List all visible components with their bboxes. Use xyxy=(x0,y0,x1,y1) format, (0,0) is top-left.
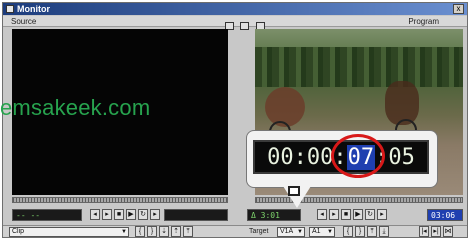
view-mode-icons xyxy=(225,17,267,30)
single-view-icon[interactable] xyxy=(240,22,250,30)
source-timecode: -- -- xyxy=(12,209,82,221)
edit-back-button[interactable]: |◂ xyxy=(419,226,429,237)
stop-button[interactable]: ■ xyxy=(341,209,351,220)
program-controls: Δ 3:01 ◂ ▸ ■ ▶ ↻ ▸ 03:06 xyxy=(247,208,465,222)
close-button[interactable]: x xyxy=(453,4,464,14)
program-label: Program xyxy=(408,17,439,26)
mark-in-button[interactable]: { xyxy=(135,226,145,237)
window-title: Monitor xyxy=(17,4,50,14)
source-controls: -- -- ◂ ▸ ■ ▶ ↻ ▸ xyxy=(12,208,228,222)
loop-button[interactable]: ↻ xyxy=(365,209,375,220)
insert-button[interactable]: ⇣ xyxy=(159,226,169,237)
step-back-button[interactable]: ◂ xyxy=(317,209,327,220)
lift-button[interactable]: ⤒ xyxy=(367,226,377,237)
play-button[interactable]: ▶ xyxy=(353,209,363,220)
chevron-down-icon: ▼ xyxy=(121,229,127,235)
mark-out-button[interactable]: } xyxy=(147,226,157,237)
step-back-button[interactable]: ◂ xyxy=(90,209,100,220)
timecode-hours: 00 xyxy=(267,144,294,170)
lift-button[interactable]: ⤒ xyxy=(183,226,193,237)
timecode-minutes: 00 xyxy=(306,144,334,170)
frame-icon xyxy=(288,186,300,196)
stop-button[interactable]: ■ xyxy=(114,209,124,220)
play-in-out-button[interactable]: ▸ xyxy=(150,209,160,220)
play-in-out-button[interactable]: ▸ xyxy=(377,209,387,220)
app-icon xyxy=(6,5,14,13)
target-label: Target xyxy=(249,228,269,235)
source-duration xyxy=(164,209,228,221)
panel-label-row: Source Program xyxy=(3,16,467,30)
timecode-frames: 05 xyxy=(388,144,415,170)
audio-target-value: A1 xyxy=(312,228,321,235)
edit-forward-button[interactable]: ▸| xyxy=(431,226,441,237)
step-forward-button[interactable]: ▸ xyxy=(329,209,339,220)
bottom-toolbar: Clip ▼ { } ⇣ ⇡ ⤒ Target V1A ▼ A1 ▼ { } ⤒… xyxy=(3,225,467,237)
scene-trees xyxy=(255,47,463,87)
mark-in-button[interactable]: { xyxy=(343,226,353,237)
scene-cyclist xyxy=(385,81,419,125)
chevron-down-icon: ▼ xyxy=(297,229,303,235)
step-forward-button[interactable]: ▸ xyxy=(102,209,112,220)
title-bar[interactable]: Monitor x xyxy=(3,3,467,15)
timecode-separator: : xyxy=(293,144,307,170)
play-button[interactable]: ▶ xyxy=(126,209,136,220)
extract-button[interactable]: ⤓ xyxy=(379,226,389,237)
source-clip-value: Clip xyxy=(12,228,25,235)
overlay-button[interactable]: ⇡ xyxy=(171,226,181,237)
chevron-down-icon: ▼ xyxy=(327,229,333,235)
program-duration: 03:06 xyxy=(427,209,463,221)
source-scrub-bar[interactable] xyxy=(12,197,228,203)
highlight-ring xyxy=(331,134,385,178)
audio-target-dropdown[interactable]: A1 ▼ xyxy=(309,227,335,237)
scene-cyclist xyxy=(265,87,305,127)
loop-button[interactable]: ↻ xyxy=(138,209,148,220)
video-target-value: V1A xyxy=(280,228,294,235)
watermark: emsakeek.com xyxy=(0,95,151,120)
program-timecode: Δ 3:01 xyxy=(247,209,301,221)
source-label: Source xyxy=(11,17,37,26)
source-clip-dropdown[interactable]: Clip ▼ xyxy=(9,227,129,237)
video-target-dropdown[interactable]: V1A ▼ xyxy=(277,227,305,237)
trim-button[interactable]: ⋈ xyxy=(443,226,453,237)
mark-out-button[interactable]: } xyxy=(355,226,365,237)
